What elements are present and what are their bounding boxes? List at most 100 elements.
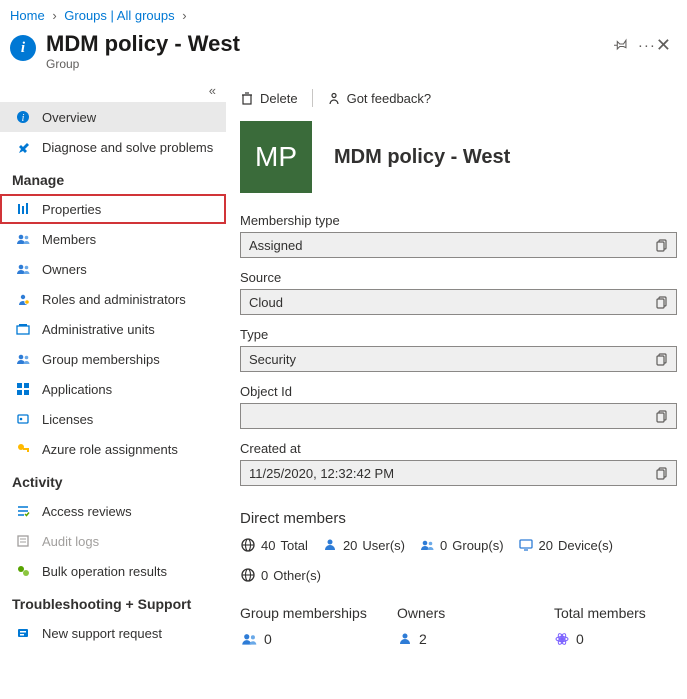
sidebar-item-access-reviews[interactable]: Access reviews bbox=[0, 496, 226, 526]
close-icon[interactable]: ✕ bbox=[656, 35, 677, 56]
collapse-sidebar-icon[interactable]: « bbox=[0, 81, 226, 102]
sidebar-item-group-memberships[interactable]: Group memberships bbox=[0, 344, 226, 374]
sidebar-item-label: Roles and administrators bbox=[42, 292, 186, 307]
summary-value: 0 bbox=[264, 631, 272, 647]
sidebar-item-label: Audit logs bbox=[42, 534, 99, 549]
chevron-right-icon: › bbox=[182, 8, 186, 23]
people-icon bbox=[240, 631, 258, 647]
field-membership-type: Membership type Assigned bbox=[240, 213, 687, 258]
person-icon bbox=[397, 631, 413, 647]
field-source: Source Cloud bbox=[240, 270, 687, 315]
group-header: MP MDM policy - West bbox=[240, 117, 687, 213]
sidebar-section-troubleshooting: Troubleshooting + Support bbox=[0, 586, 226, 618]
stat-label: Device(s) bbox=[558, 538, 613, 553]
field-label: Created at bbox=[240, 441, 677, 456]
delete-label: Delete bbox=[260, 91, 298, 106]
field-value: Security bbox=[240, 346, 677, 372]
summary-label: Total members bbox=[554, 605, 681, 621]
sidebar-item-diagnose[interactable]: Diagnose and solve problems bbox=[0, 132, 226, 162]
field-label: Source bbox=[240, 270, 677, 285]
trash-icon bbox=[240, 91, 254, 105]
info-icon: i bbox=[10, 35, 36, 61]
field-label: Type bbox=[240, 327, 677, 342]
copy-icon[interactable] bbox=[655, 238, 668, 252]
summary-owners[interactable]: Owners 2 bbox=[397, 605, 524, 647]
field-object-id: Object Id bbox=[240, 384, 687, 429]
summary-label: Group memberships bbox=[240, 605, 367, 621]
sidebar-item-admin-units[interactable]: Administrative units bbox=[0, 314, 226, 344]
sidebar-item-licenses[interactable]: Licenses bbox=[0, 404, 226, 434]
sidebar-item-applications[interactable]: Applications bbox=[0, 374, 226, 404]
feedback-button[interactable]: Got feedback? bbox=[327, 91, 432, 106]
summary-value: 0 bbox=[576, 631, 584, 647]
field-value: 11/25/2020, 12:32:42 PM bbox=[240, 460, 677, 486]
stat-groups[interactable]: 0 Group(s) bbox=[419, 537, 504, 553]
sidebar-item-roles[interactable]: Roles and administrators bbox=[0, 284, 226, 314]
summary-total-members[interactable]: Total members 0 bbox=[554, 605, 681, 647]
copy-icon[interactable] bbox=[655, 409, 668, 423]
delete-button[interactable]: Delete bbox=[240, 91, 298, 106]
page-subtitle: Group bbox=[46, 57, 604, 71]
apps-icon bbox=[14, 382, 32, 396]
stat-total[interactable]: 40 Total bbox=[240, 537, 308, 553]
group-memberships-icon bbox=[14, 352, 32, 366]
stat-users[interactable]: 20 User(s) bbox=[322, 537, 405, 553]
summary-row: Group memberships 0 Owners 2 Total membe… bbox=[240, 605, 687, 647]
direct-members-stats: 40 Total 20 User(s) 0 Group(s) 20 Device… bbox=[240, 537, 687, 583]
breadcrumb-home[interactable]: Home bbox=[10, 8, 45, 23]
sidebar-item-owners[interactable]: Owners bbox=[0, 254, 226, 284]
roles-icon bbox=[14, 292, 32, 306]
field-label: Object Id bbox=[240, 384, 677, 399]
field-text: Cloud bbox=[249, 295, 283, 310]
field-text: Assigned bbox=[249, 238, 302, 253]
sidebar-item-support[interactable]: New support request bbox=[0, 618, 226, 648]
page-header: i MDM policy - West Group ··· ✕ bbox=[0, 27, 687, 81]
summary-group-memberships[interactable]: Group memberships 0 bbox=[240, 605, 367, 647]
support-icon bbox=[14, 626, 32, 640]
key-icon bbox=[14, 442, 32, 456]
svg-text:i: i bbox=[22, 113, 25, 124]
feedback-icon bbox=[327, 91, 341, 105]
stat-number: 20 bbox=[343, 538, 357, 553]
sidebar-item-azure-roles[interactable]: Azure role assignments bbox=[0, 434, 226, 464]
page-title: MDM policy - West bbox=[46, 31, 604, 57]
group-name: MDM policy - West bbox=[334, 146, 510, 169]
sidebar-item-label: Administrative units bbox=[42, 322, 155, 337]
sidebar-item-label: Group memberships bbox=[42, 352, 160, 367]
breadcrumb-groups[interactable]: Groups | All groups bbox=[64, 8, 174, 23]
sidebar-item-overview[interactable]: i Overview bbox=[0, 102, 226, 132]
wrench-icon bbox=[14, 140, 32, 154]
person-icon bbox=[322, 537, 338, 553]
device-icon bbox=[518, 537, 534, 553]
sidebar-item-properties[interactable]: Properties bbox=[0, 194, 226, 224]
atom-icon bbox=[554, 631, 570, 647]
breadcrumb: Home › Groups | All groups › bbox=[0, 0, 687, 27]
field-text: Security bbox=[249, 352, 296, 367]
people-icon bbox=[14, 232, 32, 246]
list-check-icon bbox=[14, 504, 32, 518]
copy-icon[interactable] bbox=[655, 295, 668, 309]
sidebar-item-bulk-ops[interactable]: Bulk operation results bbox=[0, 556, 226, 586]
stat-label: Group(s) bbox=[452, 538, 503, 553]
pin-icon[interactable] bbox=[614, 37, 628, 51]
info-icon: i bbox=[14, 110, 32, 124]
sidebar-item-label: Owners bbox=[42, 262, 87, 277]
field-created-at: Created at 11/25/2020, 12:32:42 PM bbox=[240, 441, 687, 486]
copy-icon[interactable] bbox=[655, 466, 668, 480]
stat-devices[interactable]: 20 Device(s) bbox=[518, 537, 613, 553]
stat-others[interactable]: 0 Other(s) bbox=[240, 567, 321, 583]
copy-icon[interactable] bbox=[655, 352, 668, 366]
field-value: Assigned bbox=[240, 232, 677, 258]
sidebar-item-members[interactable]: Members bbox=[0, 224, 226, 254]
logs-icon bbox=[14, 534, 32, 548]
sidebar-item-label: Diagnose and solve problems bbox=[42, 140, 213, 155]
people-icon bbox=[419, 537, 435, 553]
sidebar-item-label: Properties bbox=[42, 202, 101, 217]
sidebar-item-label: Overview bbox=[42, 110, 96, 125]
more-icon[interactable]: ··· bbox=[638, 37, 656, 54]
admin-units-icon bbox=[14, 322, 32, 336]
globe-icon bbox=[240, 537, 256, 553]
feedback-label: Got feedback? bbox=[347, 91, 432, 106]
stat-number: 40 bbox=[261, 538, 275, 553]
sidebar-item-label: Bulk operation results bbox=[42, 564, 167, 579]
